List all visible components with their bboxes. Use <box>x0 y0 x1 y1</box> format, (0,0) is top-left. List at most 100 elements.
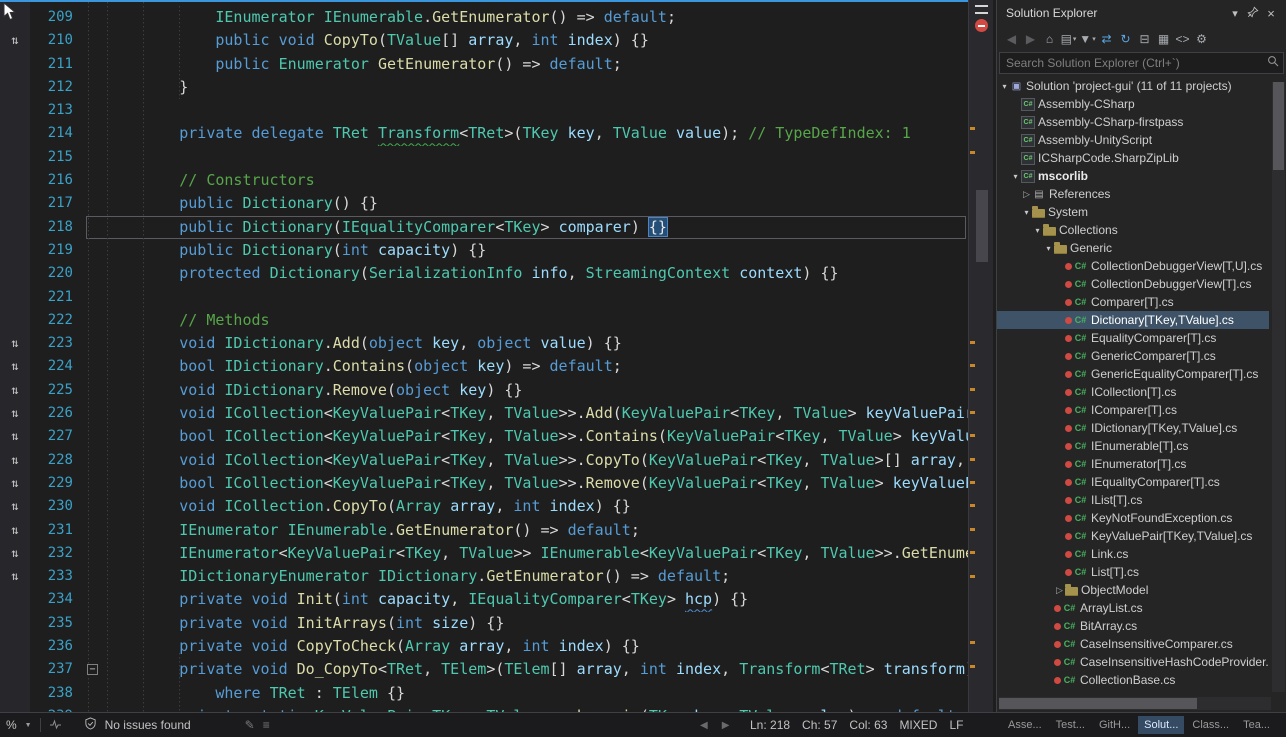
zoom-control[interactable]: % <box>6 718 17 732</box>
line-indicator[interactable]: Ln: 218 <box>750 718 790 732</box>
code-text[interactable]: private void Do_CopyTo<TRet, TElem>(TEle… <box>75 658 993 681</box>
tree-item[interactable]: C#ICollection[T].cs <box>997 383 1269 401</box>
column-indicator[interactable]: Col: 63 <box>849 718 887 732</box>
tree-item[interactable]: C#IEqualityComparer[T].cs <box>997 473 1269 491</box>
code-text[interactable]: IEnumerator IEnumerable.GetEnumerator() … <box>75 6 993 29</box>
tree-item[interactable]: C#List[T].cs <box>997 563 1269 581</box>
code-text[interactable]: IEnumerator IEnumerable.GetEnumerator() … <box>75 519 993 542</box>
tree-item[interactable]: C#CaseInsensitiveHashCodeProvider.cs <box>997 653 1269 671</box>
nav-back-icon[interactable]: ◀ <box>700 720 708 731</box>
breakpoint-margin[interactable] <box>0 262 30 285</box>
code-line-219[interactable]: 219 public Dictionary(int capacity) {} <box>0 239 993 262</box>
implements-override-glyph-icon[interactable]: ⇅ <box>0 519 30 542</box>
pin-icon[interactable] <box>1244 6 1262 21</box>
code-line-230[interactable]: ⇅230 void ICollection.CopyTo(Array array… <box>0 495 993 518</box>
tree-item[interactable]: C#Dictionary[TKey,TValue].cs <box>997 311 1269 329</box>
code-line-223[interactable]: ⇅223 void IDictionary.Add(object key, ob… <box>0 332 993 355</box>
code-text[interactable]: } <box>75 76 993 99</box>
refresh-icon[interactable]: ↻ <box>1116 29 1135 48</box>
editor-scrollbar[interactable] <box>968 0 993 712</box>
code-text[interactable]: public Dictionary() {} <box>75 192 993 215</box>
code-text[interactable]: protected Dictionary(SerializationInfo i… <box>75 262 993 285</box>
tree-horizontal-scrollbar[interactable] <box>999 697 1271 710</box>
tree-item[interactable]: C#IEnumerator[T].cs <box>997 455 1269 473</box>
tree-vertical-scrollbar[interactable] <box>1272 82 1285 692</box>
tree-item[interactable]: C#CollectionBase.cs <box>997 671 1269 689</box>
tree-item[interactable]: C#Comparer[T].cs <box>997 293 1269 311</box>
breakpoint-margin[interactable] <box>0 169 30 192</box>
code-text[interactable]: void IDictionary.Remove(object key) {} <box>75 379 993 402</box>
expanded-arrow-icon[interactable]: ▾ <box>1043 244 1054 253</box>
tool-window-tab[interactable]: Asse... <box>1002 716 1048 734</box>
code-text[interactable]: private static KeyValuePair<TKey, TValue… <box>75 705 993 712</box>
collapsed-arrow-icon[interactable]: ▷ <box>1021 189 1032 200</box>
code-line-216[interactable]: 216 // Constructors <box>0 169 993 192</box>
breakpoint-margin[interactable] <box>0 612 30 635</box>
code-line-210[interactable]: ⇅210 public void CopyTo(TValue[] array, … <box>0 29 993 52</box>
tree-item[interactable]: ▷▤References <box>997 185 1269 203</box>
code-line-227[interactable]: ⇅227 bool ICollection<KeyValuePair<TKey,… <box>0 425 993 448</box>
code-text[interactable]: bool ICollection<KeyValuePair<TKey, TVal… <box>75 425 993 448</box>
breakpoint-margin[interactable] <box>0 635 30 658</box>
code-text[interactable]: where TRet : TElem {} <box>75 682 993 705</box>
collapsed-arrow-icon[interactable]: ▷ <box>1054 585 1065 596</box>
tree-item[interactable]: C#CaseInsensitiveComparer.cs <box>997 635 1269 653</box>
tree-item[interactable]: C#Assembly-CSharp-firstpass <box>997 113 1269 131</box>
tree-item[interactable]: C#Link.cs <box>997 545 1269 563</box>
breakpoint-margin[interactable] <box>0 216 30 239</box>
nav-forward-icon[interactable]: ▶ <box>722 720 730 731</box>
implements-override-glyph-icon[interactable]: ⇅ <box>0 425 30 448</box>
tree-item[interactable]: C#EqualityComparer[T].cs <box>997 329 1269 347</box>
code-line-235[interactable]: 235 private void InitArrays(int size) {} <box>0 612 993 635</box>
code-text[interactable]: public Dictionary(int capacity) {} <box>75 239 993 262</box>
code-text[interactable] <box>75 99 993 122</box>
tree-item[interactable]: C#ArrayList.cs <box>997 599 1269 617</box>
implements-override-glyph-icon[interactable]: ⇅ <box>0 355 30 378</box>
code-line-226[interactable]: ⇅226 void ICollection<KeyValuePair<TKey,… <box>0 402 993 425</box>
tool-window-tab[interactable]: Solut... <box>1138 716 1184 734</box>
sync-with-active-document-icon[interactable]: ⇄ <box>1097 29 1116 48</box>
code-text[interactable]: // Methods <box>75 309 993 332</box>
breakpoint-margin[interactable] <box>0 99 30 122</box>
breakpoint-margin[interactable] <box>0 658 30 681</box>
tree-item[interactable]: ▾▣Solution 'project-gui' (11 of 11 proje… <box>997 77 1269 95</box>
issues-message[interactable]: No issues found <box>105 718 191 732</box>
expanded-arrow-icon[interactable]: ▾ <box>1032 226 1043 235</box>
code-editor[interactable]: 209 IEnumerator IEnumerable.GetEnumerato… <box>0 0 993 712</box>
character-indicator[interactable]: Ch: 57 <box>802 718 837 732</box>
code-line-237[interactable]: 237 private void Do_CopyTo<TRet, TElem>(… <box>0 658 993 681</box>
implements-override-glyph-icon[interactable]: ⇅ <box>0 495 30 518</box>
navigate-back-icon[interactable]: ◀ <box>1002 29 1021 48</box>
implements-override-glyph-icon[interactable]: ⇅ <box>0 565 30 588</box>
code-line-239[interactable]: ⇅239 private static KeyValuePair<TKey, T… <box>0 705 993 712</box>
code-text[interactable]: void ICollection<KeyValuePair<TKey, TVal… <box>75 402 993 425</box>
code-line-213[interactable]: 213 <box>0 99 993 122</box>
tree-item[interactable]: C#Assembly-UnityScript <box>997 131 1269 149</box>
breakpoint-margin[interactable] <box>0 239 30 262</box>
tree-item[interactable]: C#ICSharpCode.SharpZipLib <box>997 149 1269 167</box>
issues-shield-icon[interactable] <box>84 717 97 733</box>
split-window-handle-icon[interactable] <box>975 5 988 14</box>
expanded-arrow-icon[interactable]: ▾ <box>1010 172 1021 181</box>
tree-item[interactable]: C#IComparer[T].cs <box>997 401 1269 419</box>
tree-item[interactable]: C#Assembly-CSharp <box>997 95 1269 113</box>
code-line-217[interactable]: 217 public Dictionary() {} <box>0 192 993 215</box>
document-health-error-icon[interactable] <box>975 19 988 32</box>
home-icon[interactable]: ⌂ <box>1040 29 1059 48</box>
scrollbar-thumb[interactable] <box>999 698 1197 709</box>
tree-item[interactable]: ▾Collections <box>997 221 1269 239</box>
breakpoint-margin[interactable] <box>0 309 30 332</box>
code-line-232[interactable]: ⇅232 IEnumerator<KeyValuePair<TKey, TVal… <box>0 542 993 565</box>
tool-window-tab[interactable]: Tea... <box>1237 716 1276 734</box>
window-position-icon[interactable]: ▾ <box>1226 7 1244 20</box>
breakpoint-margin[interactable] <box>0 76 30 99</box>
activity-icon[interactable] <box>49 718 62 733</box>
tree-item[interactable]: C#CollectionDebuggerView[T,U].cs <box>997 257 1269 275</box>
nest-files-icon[interactable]: ⊟ <box>1135 29 1154 48</box>
tree-item[interactable]: ▷ObjectModel <box>997 581 1269 599</box>
view-code-icon[interactable]: <> <box>1173 29 1192 48</box>
tool-window-tab[interactable]: Test... <box>1050 716 1091 734</box>
tree-item[interactable]: C#GenericEqualityComparer[T].cs <box>997 365 1269 383</box>
code-text[interactable]: private void InitArrays(int size) {} <box>75 612 993 635</box>
code-text[interactable] <box>75 146 993 169</box>
